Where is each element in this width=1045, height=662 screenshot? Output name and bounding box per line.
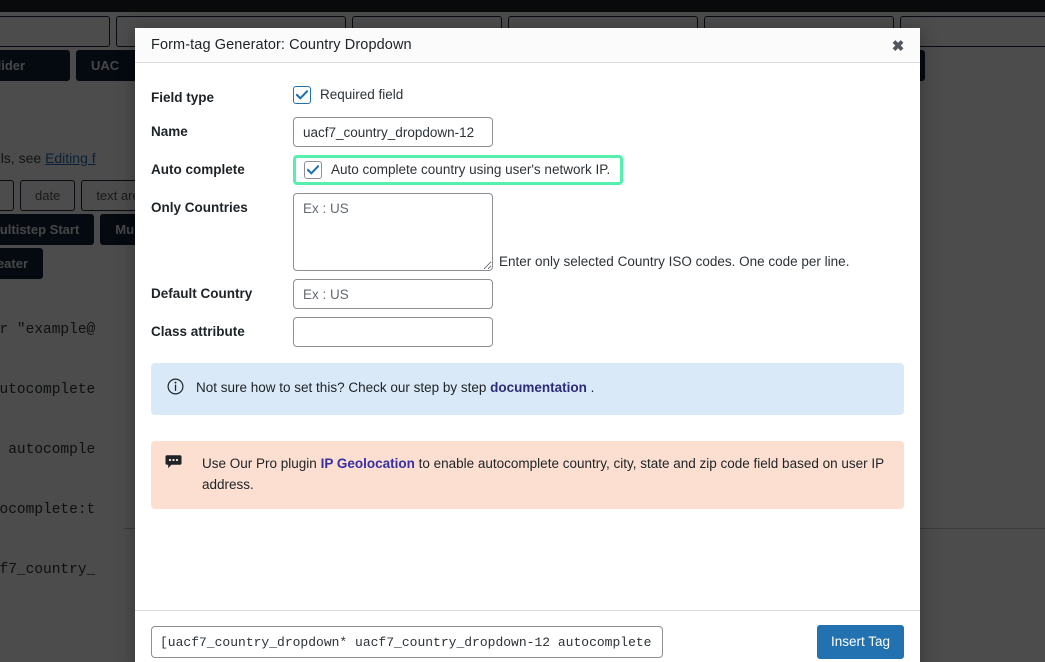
auto-complete-label: Auto complete [151, 155, 293, 179]
auto-complete-checkbox[interactable] [304, 161, 322, 179]
documentation-link[interactable]: documentation [490, 380, 587, 395]
class-attribute-input[interactable] [293, 317, 493, 347]
name-label: Name [151, 117, 293, 141]
checkmark-icon [307, 165, 319, 175]
auto-complete-highlight-box[interactable]: Auto complete country using user's netwo… [293, 155, 623, 185]
field-type-control: Required field [293, 83, 904, 104]
class-attribute-label: Class attribute [151, 317, 293, 341]
modal-footer: Insert Tag [135, 610, 920, 662]
insert-tag-button[interactable]: Insert Tag [817, 625, 904, 659]
default-country-control [293, 279, 904, 309]
close-icon[interactable]: ✖ [876, 28, 920, 63]
page-root: ange Slider UAC Repeater or details, see… [0, 0, 1045, 662]
field-row-default-country: Default Country [151, 279, 904, 309]
field-type-label: Field type [151, 83, 293, 107]
documentation-notice-prefix: Not sure how to set this? Check our step… [196, 380, 490, 395]
pro-plugin-notice: Use Our Pro plugin IP Geolocation to ena… [151, 441, 904, 509]
field-row-name: Name [151, 117, 904, 147]
only-countries-label: Only Countries [151, 193, 293, 217]
modal-header: Form-tag Generator: Country Dropdown ✖ [135, 28, 920, 63]
required-field-checkbox[interactable] [293, 86, 311, 104]
name-input[interactable] [293, 117, 493, 147]
generated-tag-input[interactable] [151, 626, 663, 658]
required-field-label: Required field [320, 86, 403, 104]
field-row-field-type: Field type Required field [151, 83, 904, 107]
name-control [293, 117, 904, 147]
ip-geolocation-link[interactable]: IP Geolocation [321, 456, 415, 471]
class-attribute-control [293, 317, 904, 347]
field-row-only-countries: Only Countries Enter only selected Count… [151, 193, 904, 271]
default-country-label: Default Country [151, 279, 293, 303]
default-country-input[interactable] [293, 279, 493, 309]
required-field-checkbox-row[interactable]: Required field [293, 83, 904, 104]
documentation-notice-suffix: . [587, 380, 595, 395]
speech-bubble-icon [165, 453, 182, 476]
only-countries-hint: Enter only selected Country ISO codes. O… [499, 254, 849, 271]
modal-body: Field type Required field Name [135, 63, 920, 610]
form-tag-generator-modal: Form-tag Generator: Country Dropdown ✖ F… [135, 28, 920, 662]
pro-notice-prefix: Use Our Pro plugin [202, 456, 321, 471]
info-circle-icon [167, 377, 184, 401]
auto-complete-control: Auto complete country using user's netwo… [293, 155, 904, 185]
field-row-auto-complete: Auto complete Auto complete country usin… [151, 155, 904, 185]
modal-title: Form-tag Generator: Country Dropdown [135, 37, 412, 53]
auto-complete-checkbox-label: Auto complete country using user's netwo… [331, 161, 610, 179]
only-countries-wrap: Enter only selected Country ISO codes. O… [293, 193, 904, 271]
checkmark-icon [296, 90, 308, 100]
only-countries-control: Enter only selected Country ISO codes. O… [293, 193, 904, 271]
only-countries-textarea[interactable] [293, 193, 493, 271]
documentation-notice-text: Not sure how to set this? Check our step… [196, 377, 594, 398]
pro-plugin-notice-text: Use Our Pro plugin IP Geolocation to ena… [194, 453, 888, 495]
field-row-class-attribute: Class attribute [151, 317, 904, 347]
documentation-notice: Not sure how to set this? Check our step… [151, 363, 904, 415]
